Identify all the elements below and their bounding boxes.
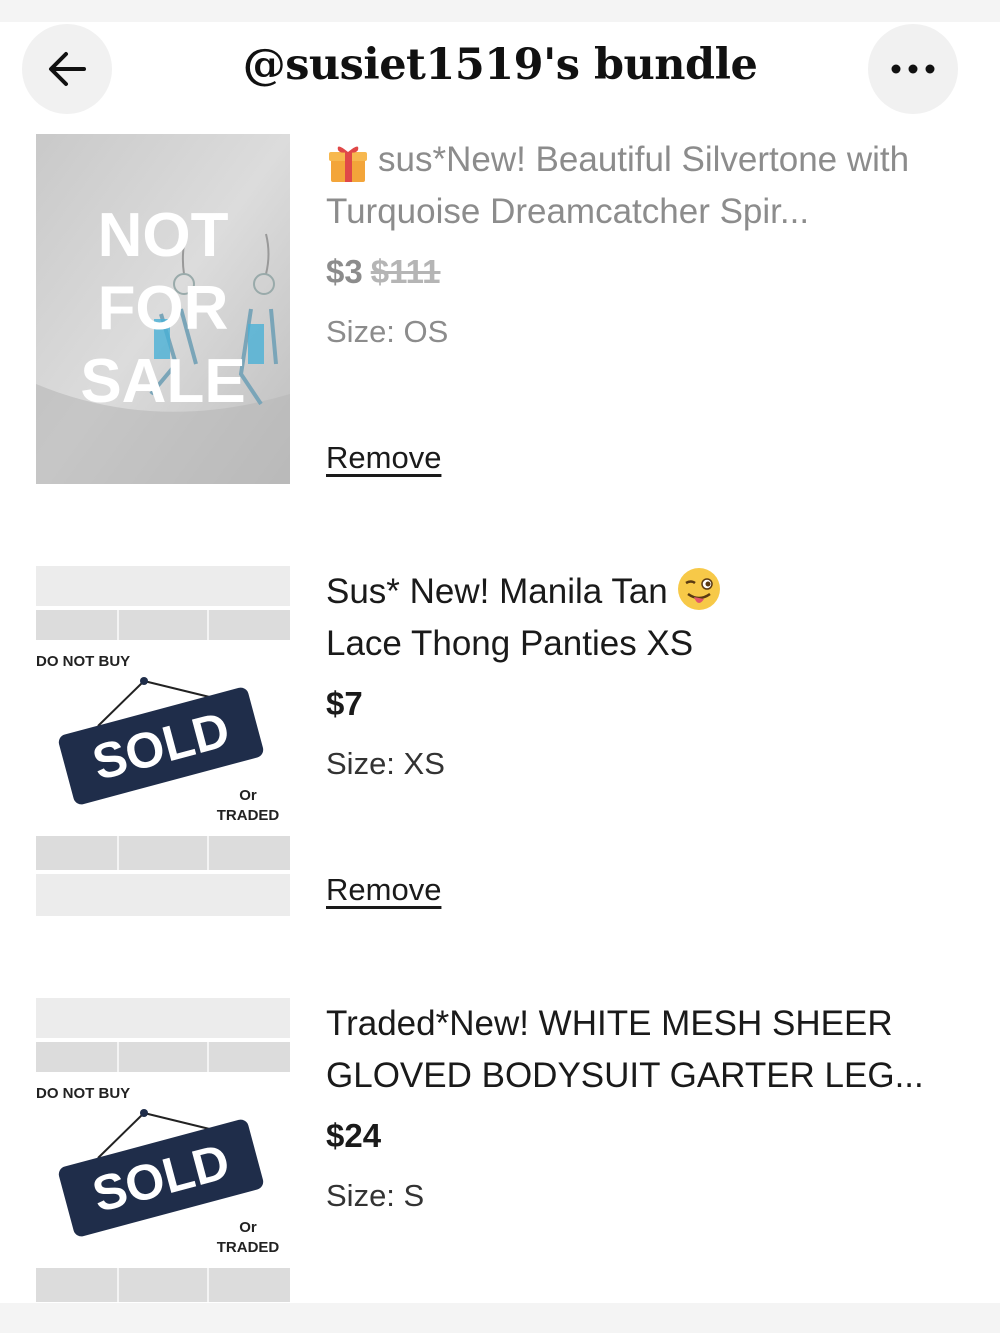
remove-button[interactable]: Remove bbox=[326, 872, 441, 908]
item-title[interactable]: Traded*New! WHITE MESH SHEER GLOVED BODY… bbox=[326, 998, 976, 1102]
status-strip bbox=[0, 0, 1000, 22]
current-price: $7 bbox=[326, 685, 363, 722]
item-info: sus*New! Beautiful Silvertone with Turqu… bbox=[326, 134, 976, 475]
size-label: Size: OS bbox=[326, 314, 449, 349]
item-info: Sus* New! Manila Tan Lace Thong Panties … bbox=[326, 566, 976, 907]
thumb-text-line: NOT bbox=[98, 201, 229, 270]
bundle-item: NOT FOR SALE sus*New! Beautiful Silverto… bbox=[0, 134, 1000, 494]
current-price: $3 bbox=[326, 253, 363, 290]
thumb-or-text: Or bbox=[239, 1219, 257, 1236]
arrow-left-icon bbox=[49, 52, 86, 86]
price: $24 bbox=[326, 1114, 976, 1158]
thumb-text-line: FOR bbox=[98, 274, 229, 343]
item-thumbnail[interactable]: NOT FOR SALE bbox=[36, 134, 290, 484]
more-options-button[interactable] bbox=[868, 24, 958, 114]
thumb-traded-text: TRADED bbox=[217, 807, 280, 824]
item-title[interactable]: Sus* New! Manila Tan Lace Thong Panties … bbox=[326, 566, 976, 670]
original-price: $111 bbox=[370, 253, 441, 290]
item-thumbnail[interactable]: DO NOT BUY SOLD Or TRADED bbox=[36, 566, 290, 916]
back-button[interactable] bbox=[22, 24, 112, 114]
size-label: Size: XS bbox=[326, 746, 445, 781]
item-title[interactable]: sus*New! Beautiful Silvertone with Turqu… bbox=[326, 134, 976, 238]
thumb-or-text: Or bbox=[239, 787, 257, 804]
thumb-text-line: SALE bbox=[80, 347, 245, 416]
thumb-top-text: DO NOT BUY bbox=[36, 1085, 130, 1102]
price: $3 $111 bbox=[326, 250, 976, 294]
remove-button[interactable]: Remove bbox=[326, 440, 441, 476]
item-thumbnail[interactable]: DO NOT BUY SOLD Or TRADED bbox=[36, 998, 290, 1303]
page-title: @susiet1519's bundle bbox=[242, 40, 758, 90]
winking-tongue-face-icon bbox=[677, 568, 720, 610]
price: $7 bbox=[326, 682, 976, 726]
item-info: Traded*New! WHITE MESH SHEER GLOVED BODY… bbox=[326, 998, 976, 1218]
current-price: $24 bbox=[326, 1117, 382, 1154]
thumb-top-text: DO NOT BUY bbox=[36, 653, 130, 670]
header: @susiet1519's bundle bbox=[0, 22, 1000, 114]
bundle-item: DO NOT BUY SOLD Or TRADED Traded*New! WH… bbox=[0, 998, 1000, 1303]
size-label: Size: S bbox=[326, 1178, 425, 1213]
bundle-item: DO NOT BUY SOLD Or TRADED Sus* New! Mani… bbox=[0, 566, 1000, 926]
thumb-traded-text: TRADED bbox=[217, 1239, 280, 1256]
bottom-strip bbox=[0, 1303, 1000, 1333]
gift-icon bbox=[329, 146, 367, 182]
more-horizontal-icon bbox=[891, 64, 935, 74]
